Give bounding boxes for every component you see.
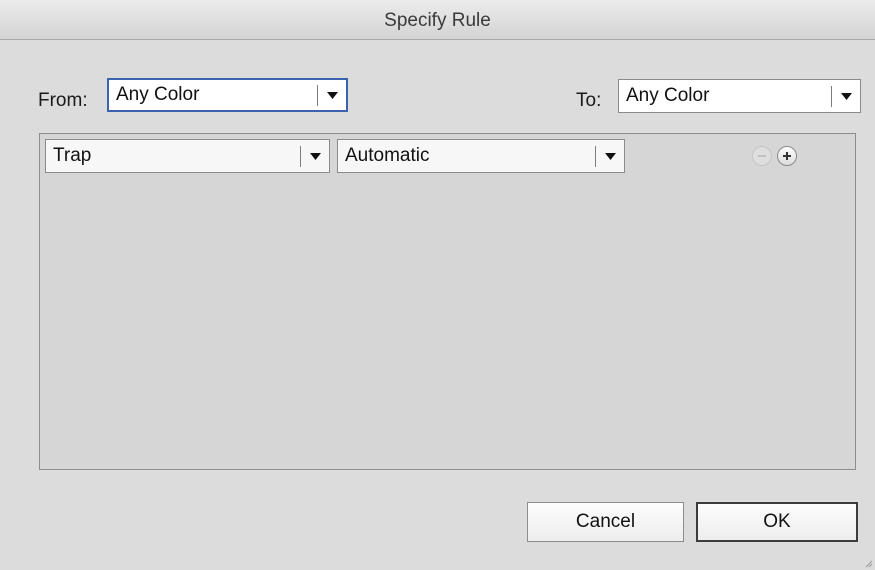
ok-button[interactable]: OK bbox=[696, 502, 858, 542]
rule-mode-value: Automatic bbox=[345, 145, 430, 166]
chevron-down-icon bbox=[301, 140, 329, 172]
resize-grip-icon[interactable] bbox=[863, 558, 873, 568]
chevron-down-icon bbox=[832, 80, 860, 112]
from-color-value: Any Color bbox=[116, 84, 200, 105]
specify-rule-dialog: Specify Rule From: Any Color To: Any Col… bbox=[0, 0, 875, 570]
title-bar[interactable]: Specify Rule bbox=[0, 0, 875, 40]
chevron-down-icon bbox=[596, 140, 624, 172]
to-color-value: Any Color bbox=[626, 85, 710, 106]
chevron-down-icon bbox=[318, 80, 346, 110]
rule-type-dropdown[interactable]: Trap bbox=[45, 139, 330, 173]
rule-mode-dropdown[interactable]: Automatic bbox=[337, 139, 625, 173]
rules-panel: Trap Automatic bbox=[39, 133, 856, 470]
minus-circle-icon bbox=[758, 155, 766, 157]
dialog-title: Specify Rule bbox=[384, 9, 491, 31]
to-label: To: bbox=[576, 90, 602, 111]
plus-circle-icon bbox=[783, 152, 791, 160]
cancel-button[interactable]: Cancel bbox=[527, 502, 684, 542]
rule-type-value: Trap bbox=[53, 145, 92, 166]
from-label: From: bbox=[38, 90, 88, 111]
from-color-dropdown[interactable]: Any Color bbox=[107, 78, 348, 112]
to-color-dropdown[interactable]: Any Color bbox=[618, 79, 861, 113]
remove-rule-button[interactable] bbox=[752, 146, 772, 166]
add-rule-button[interactable] bbox=[777, 146, 797, 166]
